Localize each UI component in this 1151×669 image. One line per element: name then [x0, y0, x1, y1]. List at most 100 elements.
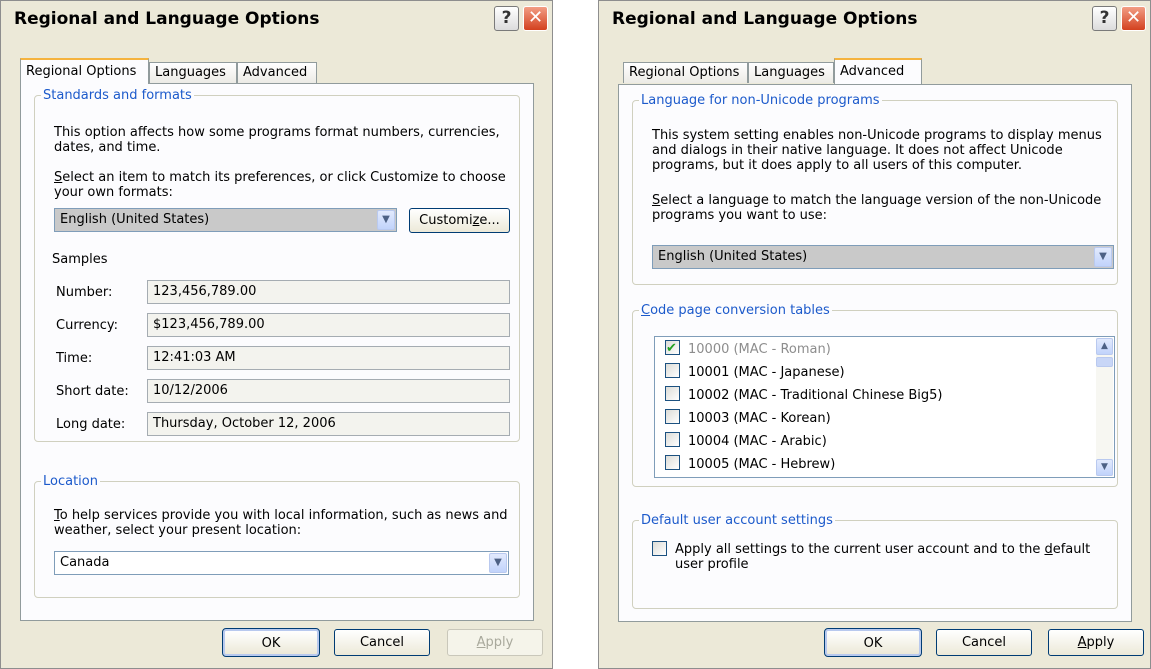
text: elect an item to match its preferences, …	[62, 170, 506, 185]
close-icon: ✕	[527, 7, 544, 28]
text-line: To help services provide you with local …	[54, 508, 508, 523]
text: pply	[1086, 635, 1115, 650]
cancel-button[interactable]: Cancel	[936, 629, 1032, 656]
format-value: English (United States)	[60, 212, 210, 227]
list-item[interactable]: 10003 (MAC - Korean)	[665, 408, 831, 430]
scroll-up-icon[interactable]: ▲	[1096, 338, 1113, 355]
checkbox[interactable]	[665, 455, 680, 470]
text-line: This system setting enables non-Unicode …	[652, 128, 1102, 143]
list-item[interactable]: 10000 (MAC - Roman)	[665, 338, 831, 361]
tab-languages[interactable]: Languages	[149, 62, 237, 83]
help-icon: ?	[1099, 8, 1110, 28]
text-line: and dialogs in their native language. It…	[652, 143, 1063, 158]
chevron-down-icon[interactable]: ▼	[489, 553, 507, 573]
checkbox[interactable]	[652, 541, 667, 556]
list-item[interactable]: 10001 (MAC - Japanese)	[665, 362, 845, 384]
vertical-scrollbar[interactable]: ▲ ▼	[1096, 338, 1113, 476]
list-item[interactable]: 10004 (MAC - Arabic)	[665, 431, 827, 453]
text-line: dates, and time.	[54, 140, 161, 155]
close-button[interactable]: ✕	[1121, 6, 1146, 31]
checkbox[interactable]	[665, 386, 680, 401]
standards-description: This option affects how some programs fo…	[54, 125, 500, 155]
text-line: your own formats:	[54, 185, 173, 200]
text-line: weather, select your present location:	[54, 523, 302, 538]
close-icon: ✕	[1125, 7, 1142, 28]
location-description: To help services provide you with local …	[54, 508, 508, 538]
location-select[interactable]: Canada ▼	[54, 551, 509, 575]
ok-button[interactable]: OK	[824, 628, 922, 657]
tab-languages[interactable]: Languages	[748, 62, 834, 83]
list-item[interactable]: 10005 (MAC - Hebrew)	[665, 454, 835, 476]
group-title: Language for non-Unicode programs	[641, 93, 880, 108]
help-button[interactable]: ?	[1092, 6, 1117, 31]
group-title: Standards and formats	[43, 88, 192, 103]
samples-label: Samples	[52, 252, 108, 267]
dialog-title: Regional and Language Options	[612, 9, 918, 29]
text-line: Apply all settings to the current user a…	[675, 542, 1091, 557]
sample-label-time: Time:	[56, 351, 93, 366]
customize-button[interactable]: Customize...	[409, 208, 510, 233]
list-item-label: 10005 (MAC - Hebrew)	[688, 457, 836, 472]
scroll-down-icon[interactable]: ▼	[1096, 459, 1113, 476]
list-item-label: 10001 (MAC - Japanese)	[688, 365, 845, 380]
text: o help services provide you with local i…	[59, 508, 508, 523]
chevron-down-icon[interactable]: ▼	[377, 210, 395, 230]
regional-options-dialog: Regional and Language Options ? ✕ Region…	[0, 0, 553, 669]
text: Apply all settings to the current user a…	[675, 542, 1045, 557]
sample-label-short-date: Short date:	[56, 384, 129, 399]
help-icon: ?	[501, 8, 512, 28]
sample-label-currency: Currency:	[56, 318, 119, 333]
list-item-label: 10000 (MAC - Roman)	[688, 342, 831, 357]
list-item-label: 10003 (MAC - Korean)	[688, 411, 831, 426]
list-item[interactable]: 10002 (MAC - Traditional Chinese Big5)	[665, 385, 942, 407]
non-unicode-language-select[interactable]: English (United States) ▼	[652, 245, 1114, 269]
location-value: Canada	[60, 555, 110, 570]
title-bar[interactable]: Regional and Language Options ? ✕	[1, 1, 552, 39]
text-line: programs, but it does apply to all users…	[652, 158, 1023, 173]
non-unicode-description: This system setting enables non-Unicode …	[652, 128, 1102, 173]
list-item-label: 10004 (MAC - Arabic)	[688, 434, 827, 449]
help-button[interactable]: ?	[494, 6, 519, 31]
advanced-options-dialog: Regional and Language Options ? ✕ Region…	[598, 0, 1151, 669]
format-select[interactable]: English (United States) ▼	[54, 208, 397, 232]
sample-currency-field: $123,456,789.00	[147, 313, 510, 337]
tab-regional-options[interactable]: Regional Options	[623, 62, 748, 83]
text-line: user profile	[675, 557, 749, 572]
text-line: Select a language to match the language …	[652, 193, 1102, 208]
tab-panel: Language for non-Unicode programs This s…	[618, 84, 1132, 622]
group-title: Location	[43, 474, 98, 489]
checkbox[interactable]	[665, 363, 680, 378]
tab-advanced[interactable]: Advanced	[834, 58, 922, 84]
close-button[interactable]: ✕	[523, 6, 548, 31]
scrollbar-thumb[interactable]	[1096, 357, 1113, 367]
checkbox[interactable]	[665, 432, 680, 447]
language-value: English (United States)	[658, 249, 808, 264]
apply-button[interactable]: Apply	[447, 629, 543, 656]
sample-label-long-date: Long date:	[56, 417, 126, 432]
cancel-button[interactable]: Cancel	[334, 629, 430, 656]
sample-number-field: 123,456,789.00	[147, 280, 510, 304]
code-page-list[interactable]: 10000 (MAC - Roman) 10001 (MAC - Japanese…	[654, 336, 1115, 478]
language-select-instructions: Select a language to match the language …	[652, 193, 1101, 223]
group-title: Default user account settings	[641, 513, 833, 528]
chevron-down-icon[interactable]: ▼	[1094, 247, 1112, 267]
group-title: Code page conversion tables	[641, 303, 830, 318]
apply-to-default-checkbox[interactable]	[652, 541, 675, 557]
text-line: This option affects how some programs fo…	[54, 125, 500, 140]
text: pply	[485, 635, 514, 650]
tab-advanced[interactable]: Advanced	[237, 62, 317, 83]
sample-label-number: Number:	[56, 285, 113, 300]
apply-button[interactable]: Apply	[1048, 629, 1144, 656]
title-bar[interactable]: Regional and Language Options ? ✕	[599, 1, 1150, 39]
sample-short-date-field: 10/12/2006	[147, 379, 510, 403]
dialog-title: Regional and Language Options	[14, 9, 320, 29]
ok-button[interactable]: OK	[222, 628, 320, 657]
tab-regional-options[interactable]: Regional Options	[20, 58, 149, 84]
apply-to-default-label: Apply all settings to the current user a…	[675, 542, 1090, 572]
text-line: programs you want to use:	[652, 208, 828, 223]
sample-long-date-field: Thursday, October 12, 2006	[147, 412, 510, 436]
text: efault	[1052, 542, 1091, 557]
checkbox[interactable]	[665, 338, 680, 360]
text: ode page conversion tables	[650, 303, 830, 318]
checkbox[interactable]	[665, 409, 680, 424]
